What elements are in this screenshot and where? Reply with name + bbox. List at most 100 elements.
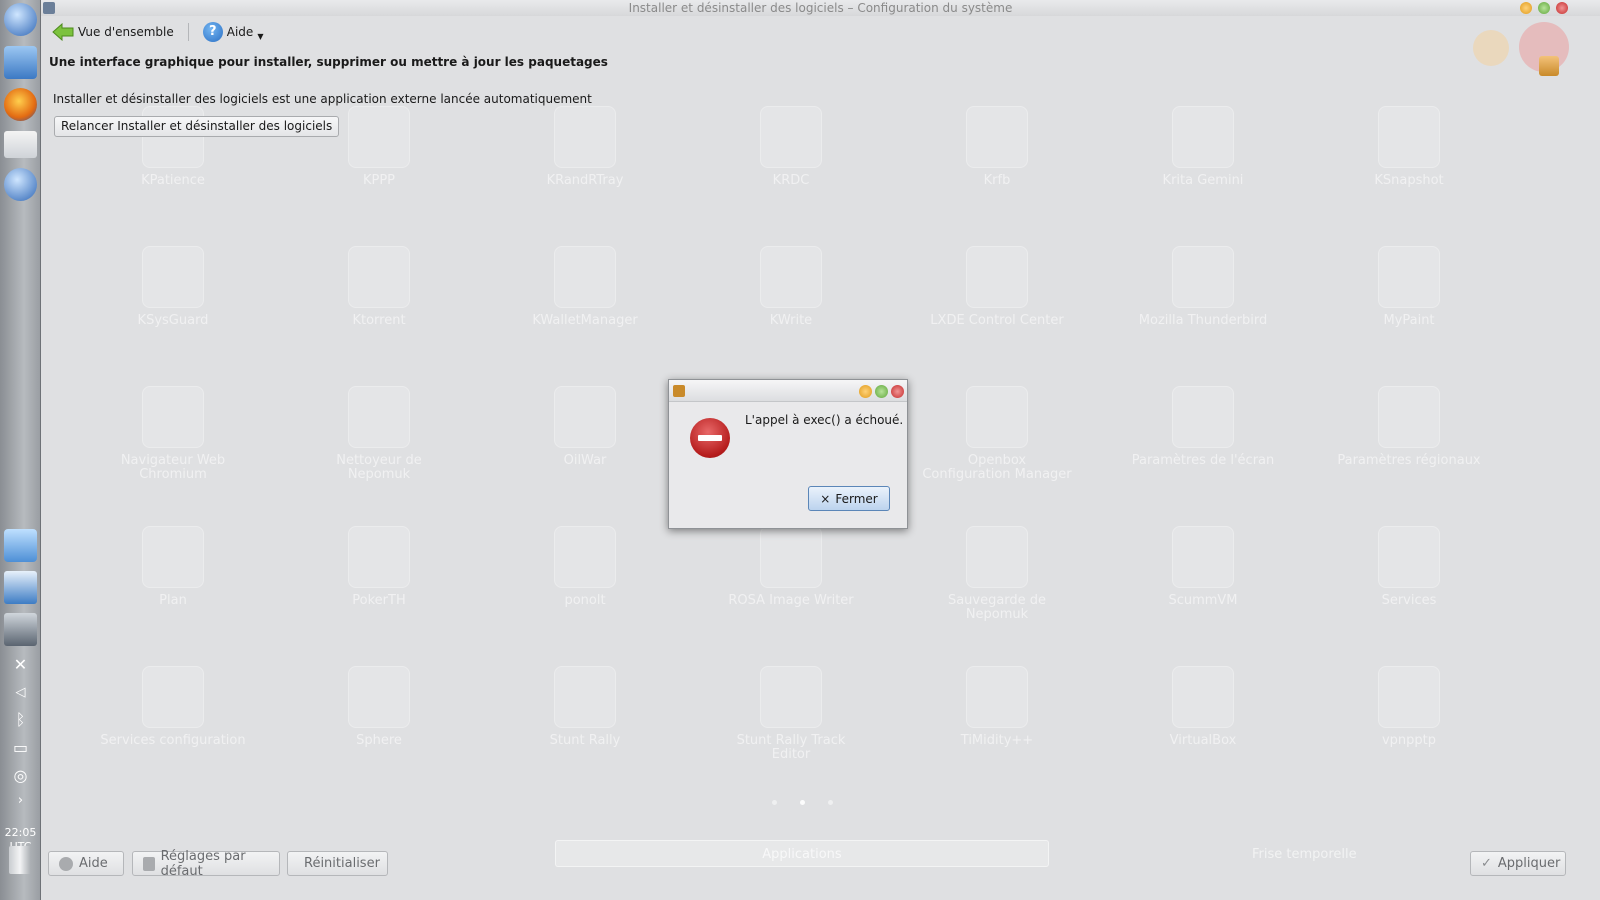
app-icon: [348, 666, 410, 728]
footer-help-label: Aide: [79, 856, 108, 871]
system-settings-icon[interactable]: [4, 613, 37, 646]
toolbar-separator: [187, 23, 189, 41]
app-icon: [1378, 666, 1440, 728]
app-label: MyPaint: [1383, 313, 1435, 328]
dialog-close-icon[interactable]: [891, 385, 904, 398]
apply-label: Appliquer: [1497, 856, 1561, 871]
minimize-window-icon[interactable]: [1520, 2, 1532, 14]
app-label: KPPP: [362, 173, 396, 188]
app-icon: [1172, 246, 1234, 308]
app-label: Services: [1381, 593, 1437, 608]
app-label: KRandRTray: [546, 173, 624, 188]
app-label: Navigateur Web Chromium: [120, 453, 226, 482]
footer-help-button[interactable]: Aide: [48, 851, 124, 876]
defaults-label: Réglages par défaut: [160, 848, 246, 879]
app-icon: [142, 526, 204, 588]
bluetooth-icon[interactable]: ᛒ: [8, 707, 33, 732]
app-label: Ktorrent: [352, 313, 406, 328]
error-message: L'appel à exec() a échoué.: [745, 413, 904, 427]
app-label: Stunt Rally Track Editor: [736, 733, 846, 762]
trash-icon[interactable]: [9, 846, 31, 874]
defaults-button[interactable]: Réglages par défaut: [132, 848, 280, 879]
dialog-maximize-icon[interactable]: [875, 385, 888, 398]
app-icon: [966, 526, 1028, 588]
overview-label: Vue d'ensemble: [78, 25, 174, 39]
app-icon: [966, 386, 1028, 448]
app-icon: [760, 666, 822, 728]
app-icon: [554, 106, 616, 168]
help-icon: ?: [202, 22, 223, 42]
app-label: KSnapshot: [1374, 173, 1444, 188]
app-label: KWrite: [769, 313, 813, 328]
error-dialog: L'appel à exec() a échoué. × Fermer: [668, 379, 908, 529]
app-label: ponolt: [564, 593, 606, 608]
window-title: Installer et désinstaller des logiciels …: [628, 1, 1013, 15]
app-icon: [1378, 386, 1440, 448]
apply-button[interactable]: ✓ Appliquer: [1470, 851, 1566, 876]
app-icon: [966, 246, 1028, 308]
app-label: ScummVM: [1168, 593, 1238, 608]
app-label: Nettoyeur de Nepomuk: [336, 453, 422, 482]
error-icon: [690, 418, 730, 458]
app-icon: [760, 106, 822, 168]
file-manager-icon[interactable]: [4, 46, 37, 79]
volume-icon[interactable]: ◁: [8, 680, 33, 705]
tools-icon[interactable]: ✕: [8, 652, 33, 677]
app-icon: [554, 246, 616, 308]
battery-icon[interactable]: ▭: [8, 735, 33, 760]
clock-time: 22:05: [4, 826, 37, 839]
lock-icon: [1473, 30, 1509, 66]
help-icon: [59, 856, 73, 871]
app-label: Mozilla Thunderbird: [1138, 313, 1268, 328]
app-label: KSysGuard: [137, 313, 209, 328]
network-icon[interactable]: ◎: [8, 763, 33, 788]
app-label: Krfb: [983, 173, 1011, 188]
app-icon: [1378, 106, 1440, 168]
close-dialog-button[interactable]: × Fermer: [808, 486, 890, 511]
app-icon: [966, 106, 1028, 168]
dialog-titlebar[interactable]: [669, 380, 907, 402]
app-icon: [760, 246, 822, 308]
app-label: Sauvegarde de Nepomuk: [947, 593, 1047, 622]
app-icon: [554, 526, 616, 588]
app-icon: [348, 246, 410, 308]
window-titlebar[interactable]: Installer et désinstaller des logiciels …: [41, 0, 1600, 16]
reset-label: Réinitialiser: [304, 856, 380, 871]
app-label: OilWar: [563, 453, 607, 468]
app-label: VirtualBox: [1169, 733, 1237, 748]
app-icon: [1172, 386, 1234, 448]
app-label: LXDE Control Center: [930, 313, 1064, 328]
chevron-down-icon: ▼: [257, 31, 264, 41]
app-label: Openbox Configuration Manager: [922, 453, 1072, 482]
close-window-icon[interactable]: [1556, 2, 1568, 14]
module-info-text: Installer et désinstaller des logiciels …: [53, 92, 592, 106]
rosa-launcher-icon[interactable]: [4, 168, 37, 201]
reset-button[interactable]: Réinitialiser: [287, 851, 388, 876]
app-icon: [760, 526, 822, 588]
app-label: KWalletManager: [532, 313, 638, 328]
overview-button[interactable]: Vue d'ensemble: [48, 21, 178, 43]
window-switcher-icon[interactable]: [4, 571, 37, 604]
module-heading: Une interface graphique pour installer, …: [49, 55, 608, 69]
dialog-minimize-icon[interactable]: [859, 385, 872, 398]
mail-icon[interactable]: [4, 131, 37, 158]
timeline-label: Frise temporelle: [1252, 847, 1357, 862]
expand-tray-icon[interactable]: ›: [8, 788, 33, 813]
app-icon: [1172, 106, 1234, 168]
app-label: Services configuration: [100, 733, 246, 748]
rosa-menu-icon[interactable]: [4, 3, 37, 36]
app-icon: [142, 666, 204, 728]
close-dialog-label: Fermer: [835, 491, 878, 506]
app-label: ROSA Image Writer: [728, 593, 854, 608]
firefox-icon[interactable]: [4, 88, 37, 121]
app-icon: [142, 246, 204, 308]
app-label: Plan: [159, 593, 187, 608]
relaunch-button[interactable]: Relancer Installer et désinstaller des l…: [54, 116, 340, 137]
maximize-window-icon[interactable]: [1538, 2, 1550, 14]
desktop-icon[interactable]: [4, 529, 37, 562]
app-label: Paramètres régionaux: [1337, 453, 1481, 468]
help-menu-button[interactable]: ? Aide ▼: [199, 21, 268, 43]
app-label: Krita Gemini: [1162, 173, 1244, 188]
app-label: KPatience: [141, 173, 205, 188]
page-indicator: [772, 798, 842, 808]
